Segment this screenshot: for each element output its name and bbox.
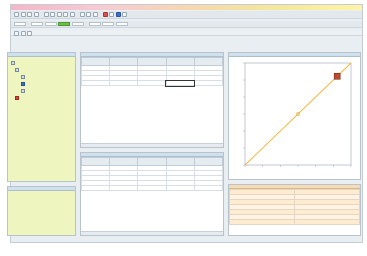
upper-column-header[interactable] xyxy=(193,57,223,66)
tree-item-2[interactable] xyxy=(11,66,72,73)
lower-column-header[interactable] xyxy=(193,157,223,166)
tree-item-3[interactable] xyxy=(11,73,72,80)
tertiary-button-1[interactable] xyxy=(14,30,19,36)
table-row[interactable] xyxy=(81,185,223,191)
properties-table xyxy=(229,189,360,225)
redo-icon[interactable] xyxy=(69,12,75,17)
title-bar xyxy=(11,5,362,10)
paste-icon[interactable] xyxy=(56,12,62,17)
stop-icon[interactable] xyxy=(109,12,114,17)
property-cell xyxy=(229,219,295,225)
cut-icon[interactable] xyxy=(43,12,49,17)
table-icon xyxy=(21,81,25,86)
toolbar-field-7[interactable] xyxy=(115,22,128,26)
property-cell xyxy=(294,219,360,225)
upper-column-header[interactable] xyxy=(137,57,167,66)
tree-item-4[interactable] xyxy=(11,80,72,87)
print-icon[interactable] xyxy=(33,12,39,17)
properties-panel xyxy=(228,184,361,236)
error-icon xyxy=(15,95,19,100)
table-cell xyxy=(193,80,223,86)
tree-item-5[interactable] xyxy=(11,87,72,94)
undo-icon[interactable] xyxy=(63,12,68,17)
tertiary-toolbar xyxy=(11,30,362,36)
run-icon[interactable] xyxy=(102,12,108,17)
property-row[interactable] xyxy=(229,219,360,225)
table-cell xyxy=(137,80,167,86)
lower-column-header[interactable] xyxy=(165,157,195,166)
find-icon[interactable] xyxy=(79,12,85,17)
document-icon xyxy=(21,88,25,93)
tertiary-button-3[interactable] xyxy=(27,30,32,36)
table-cell xyxy=(165,185,195,191)
upper-column-header[interactable] xyxy=(81,57,111,66)
lower-grid-panel xyxy=(80,152,224,236)
lower-grid-scrollbar[interactable] xyxy=(81,231,223,235)
zoom-icon[interactable] xyxy=(86,12,91,17)
toolbar-field-4[interactable] xyxy=(71,22,84,26)
toolbar-status-field[interactable] xyxy=(58,22,70,26)
chart-svg xyxy=(243,62,352,167)
secondary-toolbar xyxy=(11,21,362,28)
folder-icon xyxy=(11,60,15,65)
table-row[interactable] xyxy=(81,79,223,87)
toolbar-field-2[interactable] xyxy=(31,22,43,26)
folder-icon xyxy=(15,67,19,72)
copy-icon[interactable] xyxy=(50,12,55,17)
bottom-left-panel-header xyxy=(8,187,75,191)
open-icon[interactable] xyxy=(20,12,26,17)
new-icon[interactable] xyxy=(14,12,19,17)
toolbar-field-1[interactable] xyxy=(14,22,26,26)
data-point xyxy=(296,112,300,116)
table-cell xyxy=(137,185,167,191)
table-cell xyxy=(81,80,111,86)
toolbar-field-5[interactable] xyxy=(88,22,101,26)
help-icon[interactable] xyxy=(122,12,127,17)
upper-grid-panel xyxy=(80,52,224,148)
lower-column-header[interactable] xyxy=(81,157,111,166)
settings-icon[interactable] xyxy=(92,12,98,17)
main-toolbar xyxy=(11,11,362,19)
table-cell xyxy=(193,185,223,191)
upper-column-header[interactable] xyxy=(109,57,139,66)
bottom-left-panel xyxy=(7,186,76,236)
tree-item-6[interactable] xyxy=(11,94,72,101)
table-cell xyxy=(109,80,139,86)
lower-column-header[interactable] xyxy=(109,157,139,166)
table-cell xyxy=(81,185,111,191)
table-cell xyxy=(109,185,139,191)
tree-panel xyxy=(7,52,76,182)
lower-grid-table xyxy=(81,157,223,191)
toolbar-field-6[interactable] xyxy=(102,22,114,26)
upper-grid-scrollbar[interactable] xyxy=(81,143,223,147)
selected-data-point xyxy=(333,72,341,80)
upper-grid-table xyxy=(81,57,223,87)
document-icon xyxy=(21,74,25,79)
save-icon[interactable] xyxy=(27,12,32,17)
tree-item-1[interactable] xyxy=(11,59,72,66)
table-cell xyxy=(165,79,196,87)
chart-panel xyxy=(228,52,361,180)
upper-column-header[interactable] xyxy=(165,57,195,66)
chart-icon[interactable] xyxy=(115,12,121,17)
toolbar-field-3[interactable] xyxy=(44,22,57,26)
tertiary-button-2[interactable] xyxy=(20,30,26,36)
lower-column-header[interactable] xyxy=(137,157,167,166)
